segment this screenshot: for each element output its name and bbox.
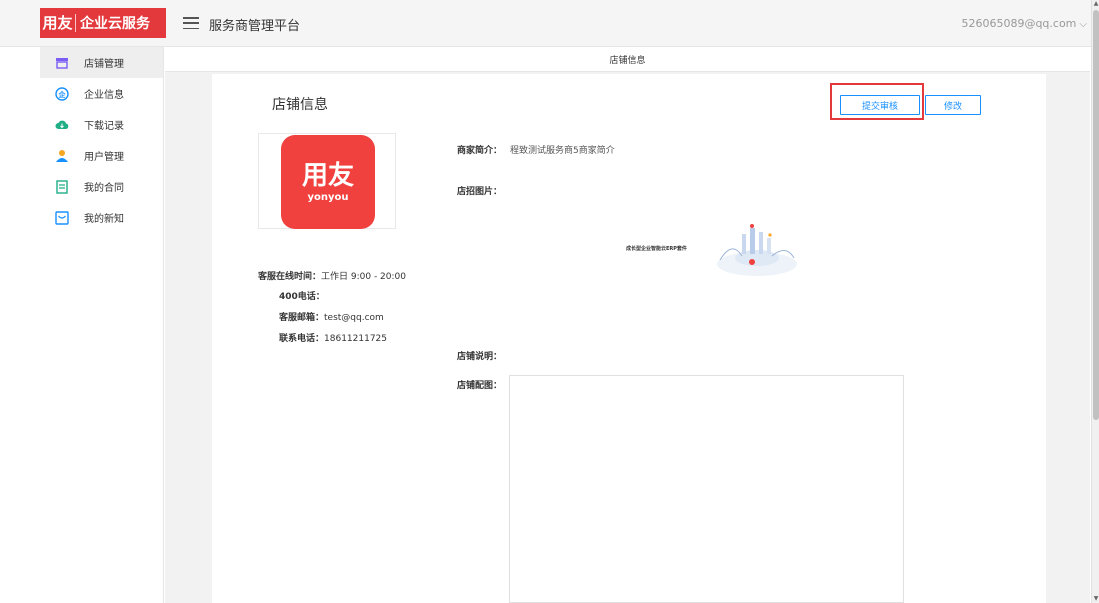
scroll-up-icon[interactable]: ▲ [1092, 0, 1099, 8]
sidebar-item-user-management[interactable]: 用户管理 [40, 140, 163, 171]
service-hours-label: 客服在线时间： [258, 272, 322, 282]
store-logo-frame: 用友 yonyou [258, 133, 396, 229]
scrollbar-thumb[interactable] [1093, 10, 1099, 420]
service-hours: 客服在线时间：工作日 9:00 - 20:00 [258, 269, 406, 282]
sidebar-item-label: 我的新知 [84, 214, 124, 225]
app-root: 用友 企业云服务 服务商管理平台 526065089@qq.com ⌵ 店铺管理 … [0, 0, 1099, 603]
sidebar-item-label: 用户管理 [84, 152, 124, 163]
sidebar-item-label: 我的合同 [84, 183, 124, 194]
cloud-download-icon [55, 118, 69, 132]
sidebar-item-label: 店铺管理 [84, 59, 124, 70]
contact-phone-value: 18611211725 [324, 334, 388, 344]
service-email-label: 客服邮箱： [279, 313, 325, 323]
chevron-down-icon: ⌵ [1079, 19, 1087, 30]
description-label: 店铺说明： [457, 352, 503, 362]
contact-phone-label: 联系电话： [279, 334, 325, 344]
banner-label: 店招图片： [457, 187, 503, 197]
store-logo-main: 用友 [301, 160, 354, 191]
service-email: 客服邮箱：test@qq.com [279, 310, 384, 323]
store-icon [55, 56, 69, 70]
phone-400-label: 400电话： [279, 292, 325, 302]
message-icon [55, 210, 69, 225]
sidebar-item-label: 企业信息 [84, 90, 124, 101]
hamburger-menu-icon[interactable] [183, 15, 199, 31]
brand-logo[interactable]: 用友 企业云服务 [40, 8, 166, 38]
sidebar-item-my-contracts[interactable]: 我的合同 [40, 171, 163, 202]
brand-name: 企业云服务 [80, 16, 150, 32]
banner-caption: 成长型企业智能云ERP套件 [626, 246, 687, 252]
platform-title: 服务商管理平台 [209, 19, 301, 34]
svg-text:企: 企 [58, 90, 67, 99]
page-subheader: 店铺信息 [165, 47, 1090, 72]
intro-label: 商家简介： [457, 146, 503, 156]
sidebar-item-my-messages[interactable]: 我的新知 [40, 202, 163, 233]
sidebar: 店铺管理 企 企业信息 下载记录 用户管理 我的合同 我的新知 [40, 47, 164, 603]
contact-phone: 联系电话：18611211725 [279, 331, 387, 344]
main-content: 店铺信息 店铺信息 提交审核 修改 用友 yonyou 客服在线时间：工作日 9… [165, 47, 1090, 603]
edit-button[interactable]: 修改 [925, 95, 981, 115]
sidebar-item-store-management[interactable]: 店铺管理 [40, 47, 163, 78]
submit-review-button[interactable]: 提交审核 [840, 95, 920, 115]
store-info-panel: 店铺信息 提交审核 修改 用友 yonyou 客服在线时间：工作日 9:00 -… [212, 74, 1046, 603]
enterprise-icon: 企 [55, 86, 69, 101]
page-scrollbar[interactable]: ▲ ▼ [1091, 0, 1099, 603]
sidebar-item-download-records[interactable]: 下载记录 [40, 109, 163, 140]
contract-icon [55, 179, 69, 194]
store-logo-sub: yonyou [307, 191, 349, 203]
store-pictures-label: 店铺配图： [457, 381, 503, 391]
intro-value: 程致测试服务商5商家简介 [510, 146, 615, 156]
user-account-menu[interactable]: 526065089@qq.com ⌵ [961, 17, 1087, 30]
page-title: 店铺信息 [272, 97, 328, 113]
top-bar: 用友 企业云服务 服务商管理平台 526065089@qq.com ⌵ [0, 0, 1099, 47]
phone-400: 400电话： [279, 289, 325, 302]
sidebar-item-enterprise-info[interactable]: 企 企业信息 [40, 78, 163, 109]
banner-image: 成长型企业智能云ERP套件 [612, 220, 812, 280]
store-pictures-area [509, 375, 904, 603]
service-hours-value: 工作日 9:00 - 20:00 [321, 272, 406, 282]
scroll-down-icon[interactable]: ▼ [1092, 595, 1099, 603]
user-email: 526065089@qq.com [961, 17, 1077, 30]
service-email-value: test@qq.com [324, 313, 384, 323]
store-logo: 用友 yonyou [281, 135, 375, 229]
banner-illustration [717, 224, 797, 276]
user-icon [55, 149, 69, 163]
brand-logo-mark: 用友 [40, 14, 76, 32]
sidebar-item-label: 下载记录 [84, 121, 124, 132]
